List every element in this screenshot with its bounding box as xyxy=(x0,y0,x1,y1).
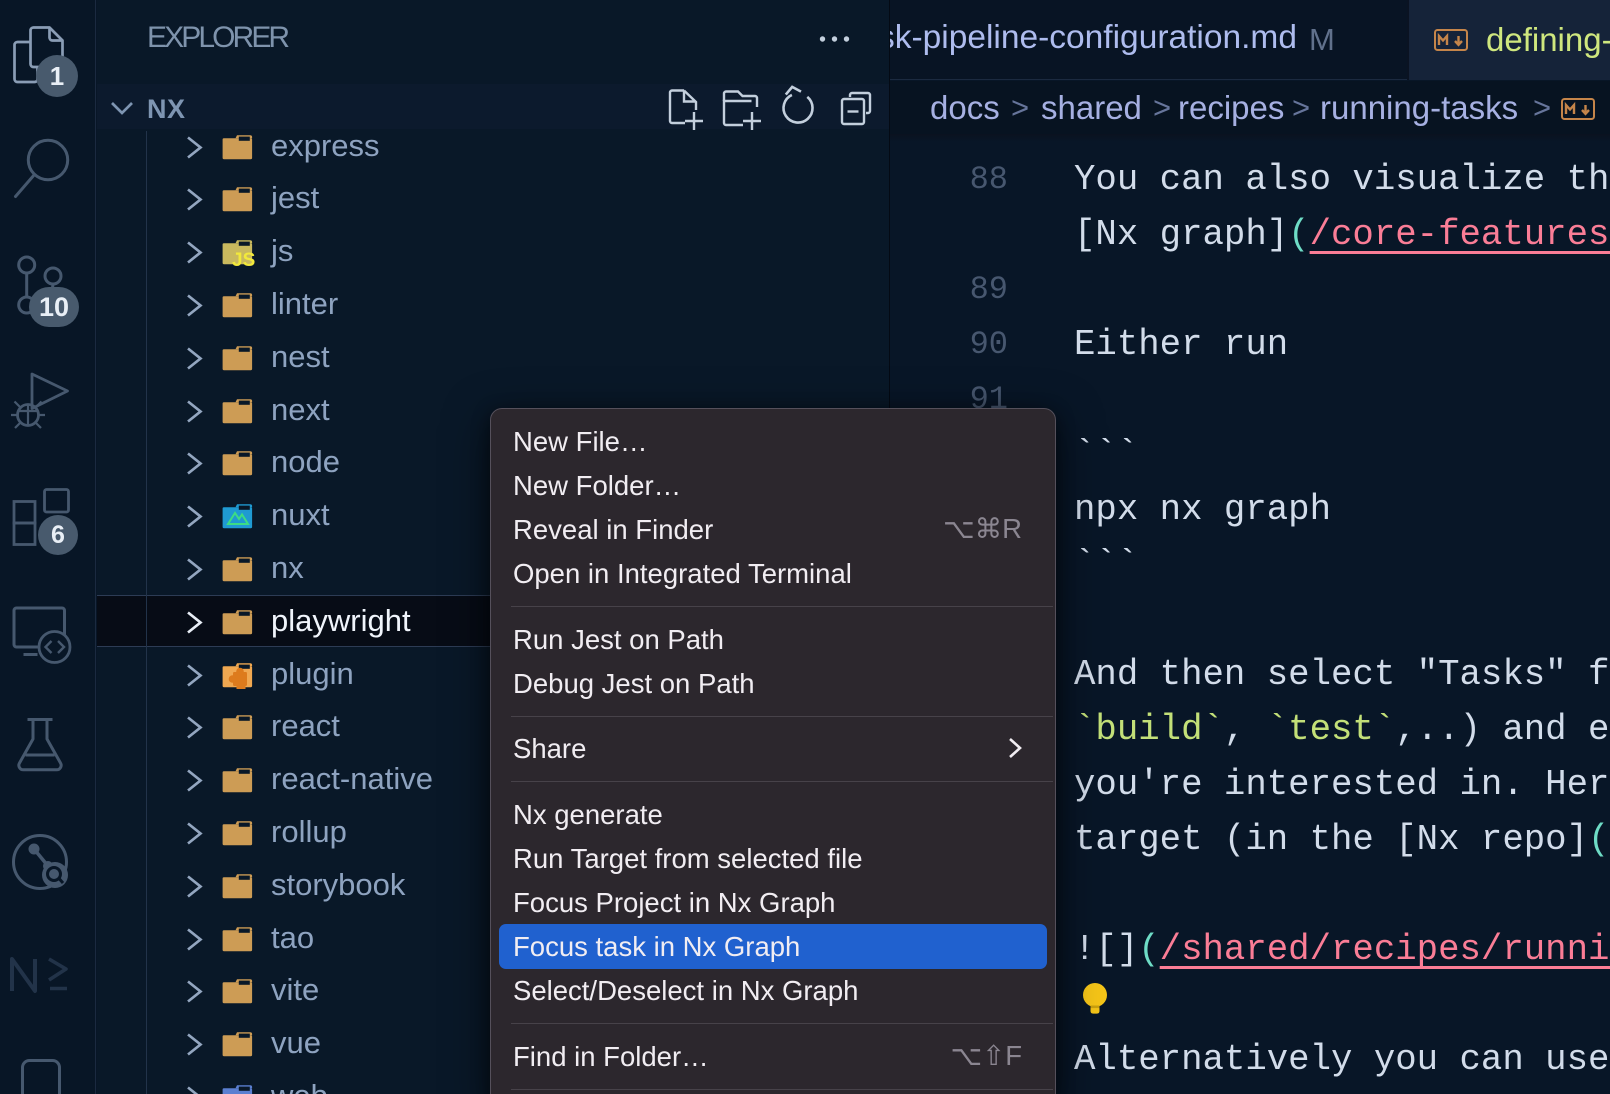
svg-text:JS: JS xyxy=(232,250,255,266)
